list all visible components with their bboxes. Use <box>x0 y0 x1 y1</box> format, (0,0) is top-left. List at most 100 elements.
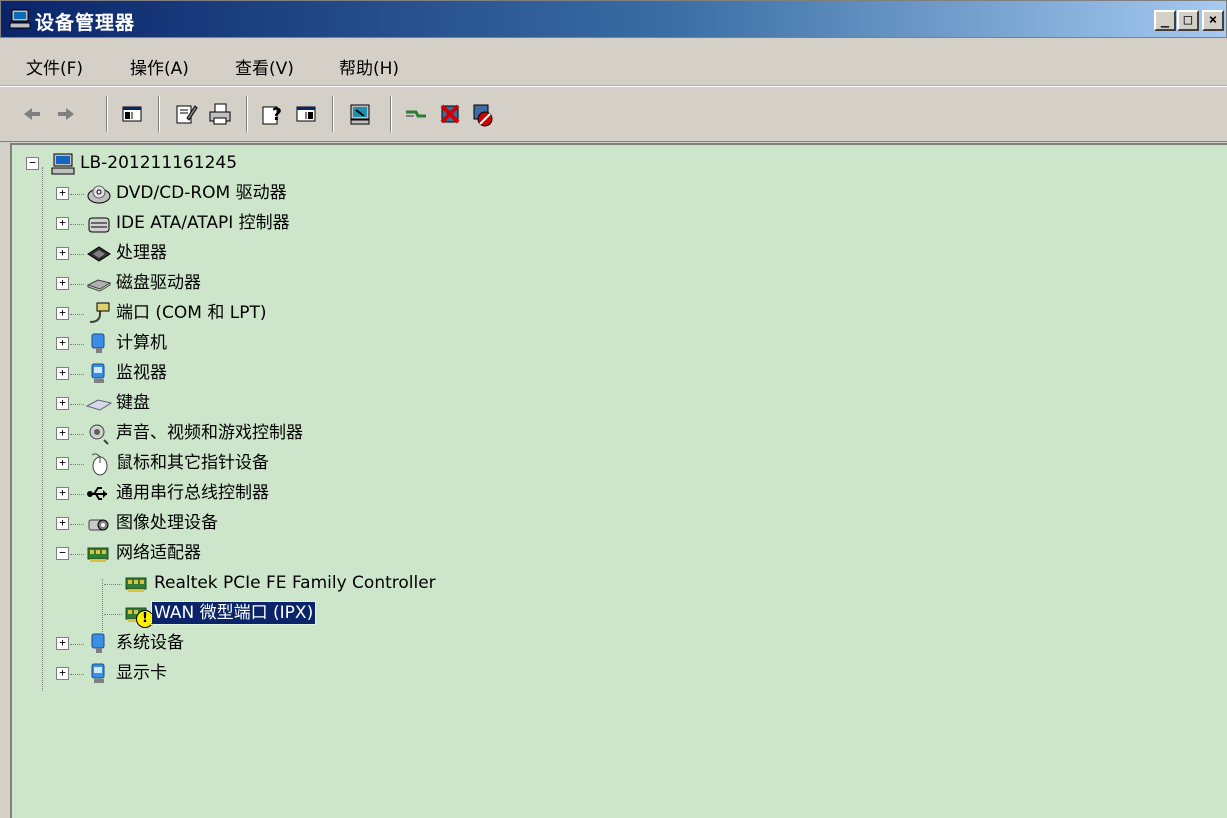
tree-item-ports[interactable]: + 端口 (COM 和 LPT) <box>56 301 456 327</box>
console-tree-icon <box>122 106 142 122</box>
back-button[interactable] <box>18 100 46 128</box>
action-pane-icon <box>296 106 316 122</box>
tree-item-imaging[interactable]: + 图像处理设备 <box>56 511 456 537</box>
tree-item-mouse[interactable]: + 鼠标和其它指针设备 <box>56 451 456 477</box>
expand-toggle[interactable]: + <box>56 367 69 380</box>
disable-button[interactable] <box>468 100 496 128</box>
tree-item-label: 声音、视频和游戏控制器 <box>116 423 303 443</box>
tree-item-label: 图像处理设备 <box>116 513 218 533</box>
expand-toggle[interactable]: + <box>56 517 69 530</box>
uninstall-icon <box>440 104 460 124</box>
expand-toggle[interactable]: + <box>56 397 69 410</box>
expand-toggle[interactable]: + <box>56 217 69 230</box>
tree-item-monitor[interactable]: + 监视器 <box>56 361 456 387</box>
show-hide-action-pane-button[interactable] <box>292 100 320 128</box>
device-tree[interactable]: − LB-201211161245 + DVD/CD-ROM 驱动器 + IDE… <box>10 143 1227 818</box>
tree-item-label: 通用串行总线控制器 <box>116 483 269 503</box>
update-driver-button[interactable] <box>402 100 430 128</box>
usb-icon <box>87 487 107 500</box>
tree-connector <box>70 374 84 375</box>
expand-toggle[interactable]: + <box>56 457 69 470</box>
toolbar-separator <box>246 96 248 132</box>
tree-item-processor[interactable]: + 处理器 <box>56 241 456 267</box>
scan-hardware-changes-button[interactable] <box>346 100 374 128</box>
tree-item-disk[interactable]: + 磁盘驱动器 <box>56 271 456 297</box>
mouse-icon <box>91 453 108 476</box>
tree-connector <box>70 284 84 285</box>
back-arrow-icon <box>24 108 40 120</box>
tree-connector <box>70 434 84 435</box>
tree-item-label: Realtek PCIe FE Family Controller <box>154 573 436 593</box>
tree-connector <box>70 224 84 225</box>
tree-connector <box>102 579 103 632</box>
maximize-button[interactable]: □ <box>1177 10 1199 31</box>
expand-toggle[interactable]: + <box>56 247 69 260</box>
title-bar[interactable]: 设备管理器 _ □ × <box>0 0 1227 38</box>
expand-toggle[interactable]: + <box>56 667 69 680</box>
help-button[interactable]: ? <box>258 100 286 128</box>
tree-item-label: 计算机 <box>116 333 167 353</box>
tree-connector <box>42 167 43 691</box>
computer-icon <box>91 333 105 353</box>
expand-toggle[interactable]: + <box>56 187 69 200</box>
menu-view[interactable]: 查看(V) <box>235 54 294 79</box>
window-title: 设备管理器 <box>35 12 136 34</box>
uninstall-button[interactable] <box>436 100 464 128</box>
tree-connector <box>70 344 84 345</box>
disable-device-icon <box>473 104 493 127</box>
monitor-icon <box>91 363 105 383</box>
tree-connector <box>70 254 84 255</box>
ide-controller-icon <box>88 217 110 233</box>
keyboard-icon <box>86 399 112 411</box>
tree-root[interactable]: − LB-201211161245 <box>26 151 426 177</box>
tree-item-computer[interactable]: + 计算机 <box>56 331 456 357</box>
toolbar-separator <box>106 96 108 132</box>
menu-help[interactable]: 帮助(H) <box>339 54 399 79</box>
tree-item-label: 端口 (COM 和 LPT) <box>116 303 267 323</box>
network-card-icon <box>125 577 147 592</box>
svg-text:?: ? <box>272 105 282 125</box>
forward-button[interactable] <box>52 100 80 128</box>
tree-item-system-devices[interactable]: + 系统设备 <box>56 631 456 657</box>
toolbar-separator <box>390 96 392 132</box>
tree-item-dvd[interactable]: + DVD/CD-ROM 驱动器 <box>56 181 456 207</box>
expand-toggle[interactable]: + <box>56 277 69 290</box>
tree-item-label: 监视器 <box>116 363 167 383</box>
tree-item-label: DVD/CD-ROM 驱动器 <box>116 183 287 203</box>
properties-button[interactable] <box>172 100 200 128</box>
toolbar: ? <box>0 88 1227 142</box>
expand-toggle[interactable]: + <box>56 427 69 440</box>
tree-item-keyboard[interactable]: + 键盘 <box>56 391 456 417</box>
computer-icon <box>9 9 31 29</box>
tree-item-realtek[interactable]: Realtek PCIe FE Family Controller <box>104 571 584 597</box>
collapse-toggle[interactable]: − <box>26 157 39 170</box>
expand-toggle[interactable]: + <box>56 487 69 500</box>
tree-item-display-adapters[interactable]: + 显示卡 <box>56 661 456 687</box>
system-device-icon <box>91 633 105 653</box>
tree-item-wan-miniport-ipx[interactable]: ! WAN 微型端口 (IPX) <box>104 601 584 628</box>
cdrom-icon <box>87 185 111 204</box>
tree-connector <box>104 584 122 585</box>
tree-item-usb[interactable]: + 通用串行总线控制器 <box>56 481 456 507</box>
expand-toggle[interactable]: + <box>56 307 69 320</box>
tree-item-sound[interactable]: + 声音、视频和游戏控制器 <box>56 421 456 447</box>
display-adapter-icon <box>91 663 105 683</box>
tree-connector <box>70 314 84 315</box>
menu-file[interactable]: 文件(F) <box>26 54 83 79</box>
menu-action[interactable]: 操作(A) <box>130 54 189 79</box>
collapse-toggle[interactable]: − <box>56 547 69 560</box>
print-button[interactable] <box>206 100 234 128</box>
expand-toggle[interactable]: + <box>56 637 69 650</box>
minimize-button[interactable]: _ <box>1154 10 1176 31</box>
expand-toggle[interactable]: + <box>56 337 69 350</box>
tree-connector <box>70 674 84 675</box>
tree-item-ide[interactable]: + IDE ATA/ATAPI 控制器 <box>56 211 456 237</box>
network-adapter-icon <box>87 547 109 562</box>
forward-arrow-icon <box>58 108 74 120</box>
close-button[interactable]: × <box>1202 10 1224 31</box>
show-hide-console-tree-button[interactable] <box>118 100 146 128</box>
tree-item-network-adapters[interactable]: − 网络适配器 <box>56 541 456 567</box>
menu-bar: 文件(F) 操作(A) 查看(V) 帮助(H) <box>0 39 1227 87</box>
tree-connector <box>70 554 84 555</box>
properties-icon <box>176 105 198 124</box>
